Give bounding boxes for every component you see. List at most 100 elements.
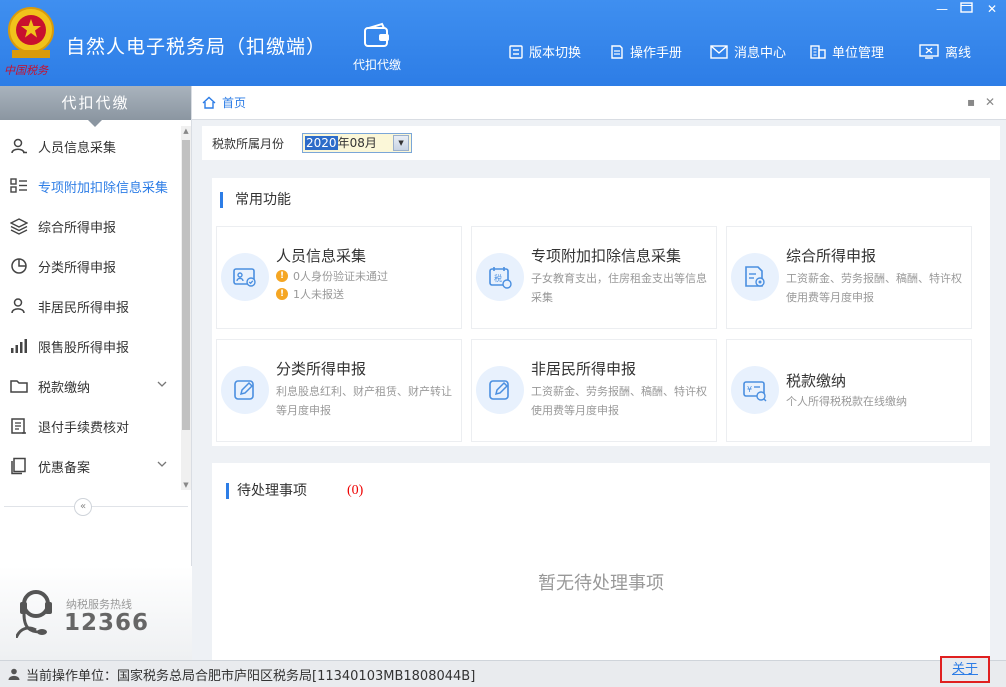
sidebar-title: 代扣代缴: [0, 86, 191, 127]
nav-unit-management[interactable]: 单位管理: [810, 42, 884, 61]
current-unit-text: 当前操作单位：国家税务总局合肥市庐阳区税务局[11340103MB1808044…: [26, 668, 476, 684]
tax-calendar-icon: 税: [476, 253, 524, 301]
card-comprehensive-income[interactable]: 综合所得申报 工资薪金、劳务报酬、稿酬、特许权使用费等月度申报: [726, 226, 972, 329]
nav-manual[interactable]: 操作手册: [610, 42, 682, 61]
card-title: 税款缴纳: [786, 372, 847, 390]
svg-text:税: 税: [494, 273, 502, 283]
sidebar-item-label: 非居民所得申报: [38, 300, 130, 316]
card-nonresident-income[interactable]: 非居民所得申报 工资薪金、劳务报酬、稿酬、特许权使用费等月度申报: [471, 339, 717, 442]
collapse-sidebar-button[interactable]: «: [74, 498, 92, 516]
nav-offline[interactable]: 离线: [919, 42, 971, 61]
home-icon: [202, 96, 216, 109]
wallet-icon: [364, 22, 389, 47]
app-title: 自然人电子税务局（扣缴端）: [66, 36, 327, 58]
restore-tab-button[interactable]: ▪: [967, 95, 975, 109]
service-hotline: 纳税服务热线 12366: [0, 566, 192, 660]
offline-icon: [919, 44, 939, 59]
card-title: 人员信息采集: [276, 247, 367, 265]
chevron-down-icon: [157, 381, 167, 387]
warning-icon: !: [276, 288, 288, 300]
sidebar-item-comprehensive-income[interactable]: 综合所得申报: [0, 206, 181, 246]
card-classified-income[interactable]: 分类所得申报 利息股息红利、财产租赁、财产转让等月度申报: [216, 339, 462, 442]
person-outline-icon: [11, 298, 25, 314]
scroll-up-arrow[interactable]: ▲: [181, 126, 191, 136]
version-switch-icon: [509, 44, 523, 59]
card-personnel-info[interactable]: 人员信息采集 ! 0人身份验证未通过 ! 1人未报送: [216, 226, 462, 329]
about-link[interactable]: 关于: [940, 656, 990, 683]
card-description: 工资薪金、劳务报酬、稿酬、特许权使用费等月度申报: [786, 272, 962, 304]
warning-unreported[interactable]: ! 1人未报送: [276, 286, 344, 302]
sidebar-item-personnel-info[interactable]: 人员信息采集: [0, 126, 181, 166]
card-description: 子女教育支出，住房租金支出等信息采集: [531, 272, 707, 304]
chevron-down-icon[interactable]: ▼: [393, 135, 410, 151]
sidebar-item-special-deduction[interactable]: 专项附加扣除信息采集: [0, 166, 181, 206]
sidebar-scrollbar[interactable]: ▲ ▼: [181, 126, 191, 490]
maximize-icon: [959, 2, 973, 13]
close-button[interactable]: ✕: [984, 2, 1000, 16]
todo-title: 待处理事项: [226, 483, 307, 499]
document-icon: [11, 418, 26, 434]
warning-identity[interactable]: ! 0人身份验证未通过: [276, 268, 388, 284]
minimize-button[interactable]: —: [934, 2, 950, 16]
nav-offline-label: 离线: [945, 46, 972, 61]
sidebar-item-label: 专项附加扣除信息采集: [38, 180, 169, 196]
sidebar-item-preferential-filing[interactable]: 优惠备案: [0, 446, 181, 486]
nav-message-center-label: 消息中心: [734, 46, 787, 61]
svg-text:¥: ¥: [747, 385, 752, 394]
status-bar: 当前操作单位：国家税务总局合肥市庐阳区税务局[11340103MB1808044…: [0, 660, 1006, 687]
sidebar-item-tax-payment[interactable]: 税款缴纳: [0, 366, 181, 406]
warning-text: 0人身份验证未通过: [293, 270, 388, 283]
sidebar-item-label: 人员信息采集: [38, 140, 117, 156]
layers-icon: [10, 218, 28, 235]
common-functions-panel: 常用功能 人员信息采集 ! 0人身份验证未通过 ! 1人未报送 税 专项附加扣除信息…: [212, 178, 990, 446]
building-icon: [810, 45, 826, 59]
sidebar-divider: [4, 506, 188, 507]
tax-month-rest: 年08月: [337, 136, 377, 150]
scroll-thumb[interactable]: [182, 140, 190, 430]
nav-message-center[interactable]: 消息中心: [710, 42, 786, 61]
sidebar-item-label: 税款缴纳: [38, 380, 91, 396]
todo-empty-message: 暂无待处理事项: [538, 573, 664, 594]
card-special-deduction[interactable]: 税 专项附加扣除信息采集 子女教育支出，住房租金支出等信息采集: [471, 226, 717, 329]
maximize-button[interactable]: [958, 2, 974, 16]
module-tab-withholding[interactable]: 代扣代缴: [340, 18, 414, 86]
tax-emblem-icon: 中国税务: [4, 7, 54, 77]
pie-chart-icon: [11, 258, 27, 274]
card-title: 专项附加扣除信息采集: [531, 247, 682, 265]
nav-unit-management-label: 单位管理: [832, 46, 885, 61]
user-icon: [8, 668, 20, 680]
sidebar-item-restricted-shares[interactable]: 限售股所得申报: [0, 326, 181, 366]
sidebar-item-label: 优惠备案: [38, 460, 91, 476]
edit-icon: [476, 366, 524, 414]
card-title: 综合所得申报: [786, 247, 877, 265]
tab-home[interactable]: 首页: [222, 94, 246, 111]
sidebar-menu: 人员信息采集 专项附加扣除信息采集 综合所得申报 分类所得申报 非居民所得申报 …: [0, 126, 181, 486]
main-content: 首页 ▪ ✕ 税款所属月份 2020年08月 ▼ 常用功能 人员信息采集 ! 0人…: [192, 86, 1006, 660]
manual-icon: [611, 44, 623, 59]
tax-month-year: 2020: [305, 136, 338, 150]
sidebar-item-refund-fee-check[interactable]: 退付手续费核对: [0, 406, 181, 446]
module-tab-label: 代扣代缴: [352, 58, 401, 72]
sidebar-item-nonresident-income[interactable]: 非居民所得申报: [0, 286, 181, 326]
id-card-icon: [221, 253, 269, 301]
person-icon: [11, 138, 27, 154]
nav-manual-label: 操作手册: [630, 46, 683, 61]
card-description: 利息股息红利、财产租赁、财产转让等月度申报: [276, 385, 452, 417]
nav-version-switch[interactable]: 版本切换: [509, 42, 581, 61]
scroll-down-arrow[interactable]: ▼: [181, 480, 191, 490]
svg-text:中国税务: 中国税务: [4, 64, 49, 77]
sidebar-item-classified-income[interactable]: 分类所得申报: [0, 246, 181, 286]
list-icon: [10, 178, 27, 193]
sidebar-item-label: 分类所得申报: [38, 260, 117, 276]
tax-month-input[interactable]: 2020年08月 ▼: [302, 133, 413, 153]
close-tab-button[interactable]: ✕: [985, 95, 995, 109]
tax-month-label: 税款所属月份: [212, 136, 285, 151]
edit-icon: [221, 366, 269, 414]
filter-bar: 税款所属月份 2020年08月 ▼: [202, 126, 1000, 160]
headset-icon: [16, 590, 52, 638]
card-description: 工资薪金、劳务报酬、稿酬、特许权使用费等月度申报: [531, 385, 707, 417]
card-tax-payment[interactable]: ¥ 税款缴纳 个人所得税税款在线缴纳: [726, 339, 972, 442]
breadcrumb: 首页 ▪ ✕: [192, 86, 1006, 120]
chevron-down-icon: [157, 461, 167, 467]
sidebar-item-label: 限售股所得申报: [38, 340, 130, 356]
